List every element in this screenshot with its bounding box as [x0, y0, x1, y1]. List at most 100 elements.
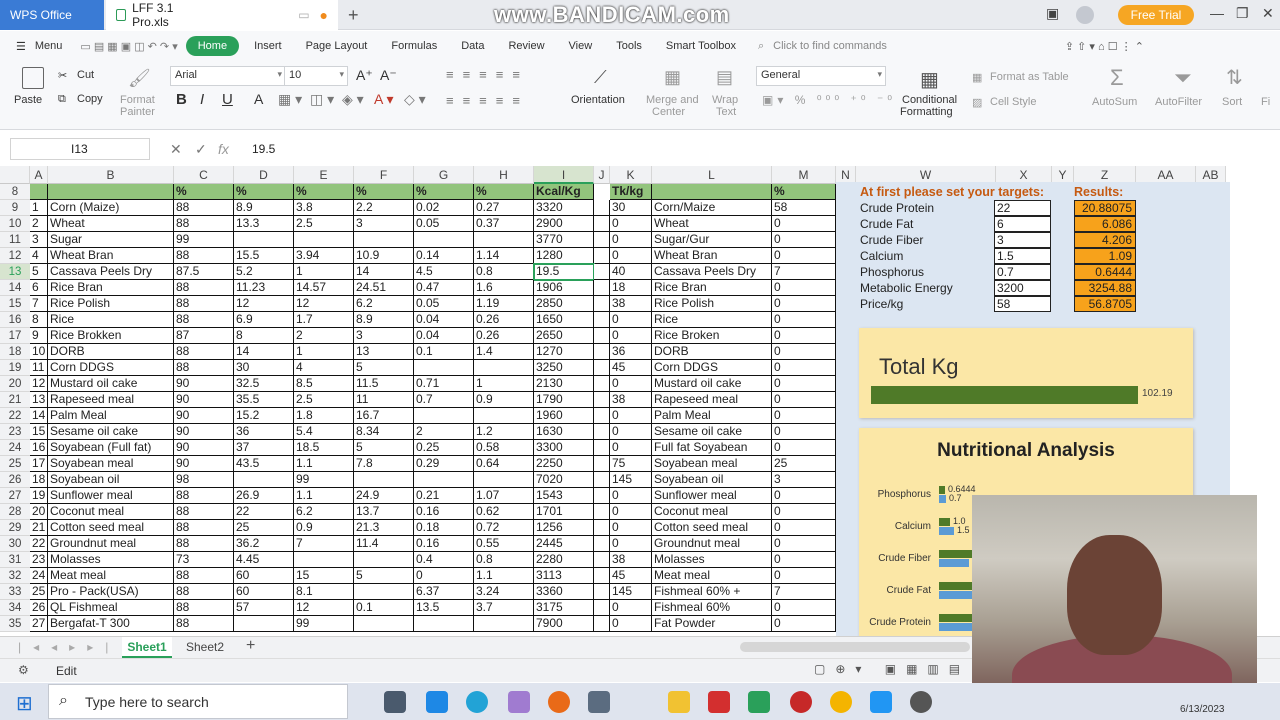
spacer-cell[interactable]	[594, 200, 610, 216]
wrap-icon[interactable]: ▤	[716, 67, 733, 88]
table-cell[interactable]: Rice Bran	[652, 280, 772, 296]
tab-review[interactable]: Review	[499, 40, 553, 52]
paste-icon[interactable]	[22, 67, 44, 89]
spacer-cell[interactable]	[594, 248, 610, 264]
table-cell[interactable]: Cotton seed meal	[48, 520, 174, 536]
spacer-cell[interactable]	[594, 312, 610, 328]
table-cell[interactable]: 0	[772, 296, 836, 312]
table-cell[interactable]: QL Fishmeal	[48, 600, 174, 616]
table-cell[interactable]: 0.47	[414, 280, 474, 296]
table-cell[interactable]: 10.9	[354, 248, 414, 264]
format-painter-label-1[interactable]: Format	[120, 94, 155, 106]
column-header-f[interactable]: F	[354, 166, 414, 184]
table-cell[interactable]: 1	[294, 344, 354, 360]
table-cell[interactable]: 0.27	[474, 200, 534, 216]
table-cell[interactable]: 8.34	[354, 424, 414, 440]
row-header[interactable]: 28	[0, 504, 30, 520]
table-cell[interactable]: Rapeseed meal	[48, 392, 174, 408]
table-cell[interactable]: 1.1	[474, 568, 534, 584]
table-cell[interactable]: 1.6	[474, 280, 534, 296]
wps-writer-icon[interactable]	[708, 691, 730, 713]
table-cell[interactable]: 0.4	[414, 552, 474, 568]
table-cell[interactable]: 40	[610, 264, 652, 280]
header-cell-b[interactable]	[48, 184, 174, 200]
table-cell[interactable]: 0	[610, 600, 652, 616]
table-cell[interactable]: 1.4	[474, 344, 534, 360]
table-cell[interactable]	[414, 232, 474, 248]
quick-access-icons[interactable]: ▭ ▤ ▦ ▣ ◫ ↶ ↷ ▾	[71, 40, 177, 53]
table-cell[interactable]: 0	[772, 504, 836, 520]
taskbar-search[interactable]: ⌕ Type here to search	[48, 684, 348, 719]
table-cell[interactable]: 0.62	[474, 504, 534, 520]
table-cell[interactable]: 1270	[534, 344, 594, 360]
row-header[interactable]: 16	[0, 312, 30, 328]
table-cell[interactable]: 13.3	[234, 216, 294, 232]
table-cell[interactable]: 20	[30, 504, 48, 520]
table-cell[interactable]: 13.5	[414, 600, 474, 616]
table-cell[interactable]: 5.2	[234, 264, 294, 280]
table-cell[interactable]: 145	[610, 584, 652, 600]
row-header[interactable]: 29	[0, 520, 30, 536]
row-header[interactable]: 24	[0, 440, 30, 456]
table-cell[interactable]: 1.8	[294, 408, 354, 424]
row-header[interactable]: 22	[0, 408, 30, 424]
user-avatar[interactable]	[1076, 6, 1094, 24]
header-cell-l[interactable]	[652, 184, 772, 200]
table-cell[interactable]: 73	[174, 552, 234, 568]
table-cell[interactable]: 88	[174, 296, 234, 312]
fill-button[interactable]: Fi	[1261, 96, 1270, 108]
table-cell[interactable]: 36	[234, 424, 294, 440]
table-cell[interactable]: Corn/Maize	[652, 200, 772, 216]
table-cell[interactable]: 88	[174, 520, 234, 536]
table-cell[interactable]: 0	[772, 248, 836, 264]
row-header[interactable]: 34	[0, 600, 30, 616]
table-cell[interactable]: 1543	[534, 488, 594, 504]
table-cell[interactable]: 4.45	[234, 552, 294, 568]
target-input[interactable]: 1.5	[994, 248, 1051, 264]
row-header[interactable]: 10	[0, 216, 30, 232]
table-cell[interactable]: 4.5	[414, 264, 474, 280]
spacer-cell[interactable]	[594, 504, 610, 520]
table-cell[interactable]: 26.9	[234, 488, 294, 504]
share-icons[interactable]: ⇪ ⇧ ▾ ⌂ ☐ ⋮ ⌃	[1056, 40, 1153, 53]
table-cell[interactable]: 7	[294, 536, 354, 552]
row-header[interactable]: 8	[0, 184, 30, 200]
table-cell[interactable]: DORB	[48, 344, 174, 360]
table-cell[interactable]: 99	[294, 616, 354, 632]
spacer-cell[interactable]	[594, 424, 610, 440]
table-cell[interactable]: 10	[30, 344, 48, 360]
table-cell[interactable]: 2	[414, 424, 474, 440]
table-cell[interactable]: 13	[30, 392, 48, 408]
spacer-cell[interactable]	[594, 232, 610, 248]
table-cell[interactable]: 0	[772, 408, 836, 424]
table-cell[interactable]: Palm Meal	[652, 408, 772, 424]
table-cell[interactable]: 0	[610, 440, 652, 456]
table-cell[interactable]: Molasses	[652, 552, 772, 568]
table-cell[interactable]: Cassava Peels Dry	[652, 264, 772, 280]
table-cell[interactable]: 3	[354, 216, 414, 232]
monitor-icon[interactable]: ▭	[298, 8, 309, 22]
hamburger-icon[interactable]: ☰	[0, 40, 35, 53]
table-cell[interactable]: 43.5	[234, 456, 294, 472]
edge-icon[interactable]	[466, 691, 488, 713]
spacer-cell[interactable]	[594, 568, 610, 584]
table-cell[interactable]: 60	[234, 584, 294, 600]
format-table-button[interactable]: Format as Table	[990, 71, 1069, 83]
table-cell[interactable]: 0.26	[474, 328, 534, 344]
table-cell[interactable]: 1	[294, 264, 354, 280]
tab-insert[interactable]: Insert	[245, 40, 291, 52]
row-header[interactable]: 25	[0, 456, 30, 472]
store-icon[interactable]	[870, 691, 892, 713]
spacer-cell[interactable]	[594, 408, 610, 424]
spacer-cell[interactable]	[594, 264, 610, 280]
table-cell[interactable]: 88	[174, 504, 234, 520]
table-cell[interactable]: 88	[174, 248, 234, 264]
sort-icon[interactable]: ⇅	[1226, 65, 1243, 90]
table-cell[interactable]: 90	[174, 408, 234, 424]
table-cell[interactable]: Soyabean (Full fat)	[48, 440, 174, 456]
table-cell[interactable]: Rice Broken	[652, 328, 772, 344]
horizontal-scrollbar[interactable]	[740, 642, 970, 652]
tab-tools[interactable]: Tools	[607, 40, 651, 52]
target-input[interactable]: 3	[994, 232, 1051, 248]
spacer-cell[interactable]	[594, 600, 610, 616]
